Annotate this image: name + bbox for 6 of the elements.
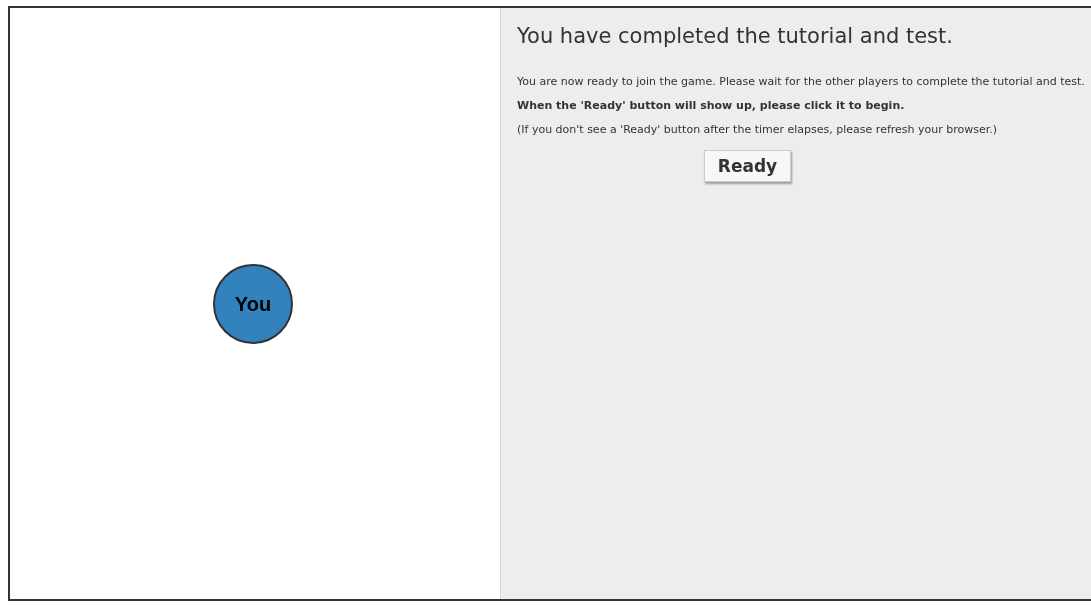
ready-button[interactable]: Ready bbox=[703, 150, 792, 182]
instruction-text: When the 'Ready' button will show up, please click it to begin. bbox=[517, 98, 906, 114]
instruction-text: (If you don't see a 'Ready' button after the timer elapses, please refresh your browser.) bbox=[517, 122, 999, 138]
player-node: You bbox=[213, 264, 293, 344]
instruction-text: You are now ready to join the game. Please wait for the other players to complete the tutorial and test. bbox=[517, 74, 1086, 90]
panel-title: You have completed the tutorial and test. bbox=[517, 24, 954, 48]
